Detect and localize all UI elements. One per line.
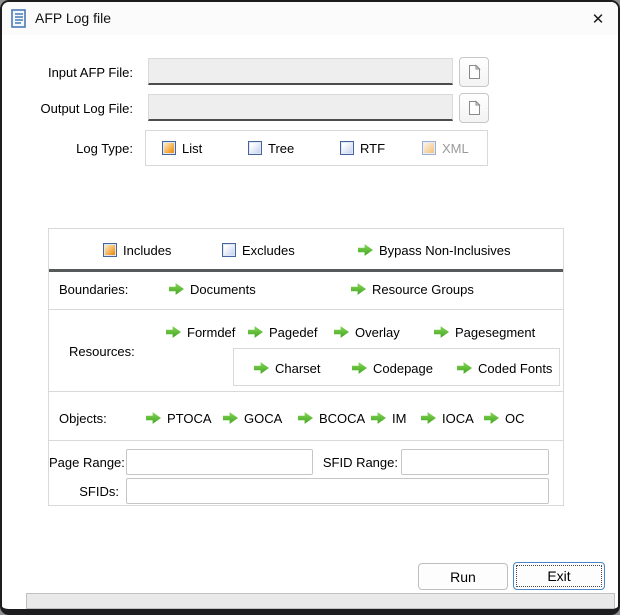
sfid-range-label: SFID Range: bbox=[309, 455, 398, 470]
toggle-label: Formdef bbox=[187, 325, 235, 340]
toggle-label: Resource Groups bbox=[372, 282, 474, 297]
toggle-label: Documents bbox=[190, 282, 256, 297]
green-arrow-icon bbox=[371, 412, 386, 425]
toggle-label: Coded Fonts bbox=[478, 361, 552, 376]
toggle-label: Pagesegment bbox=[455, 325, 535, 340]
green-arrow-icon bbox=[146, 412, 161, 425]
log-type-box: List Tree RTF XML bbox=[145, 130, 488, 166]
toggle-overlay[interactable]: Overlay bbox=[334, 324, 400, 340]
checkbox-icon bbox=[222, 243, 236, 257]
status-bar bbox=[26, 593, 615, 609]
toggle-label: OC bbox=[505, 411, 525, 426]
toggle-codepage[interactable]: Codepage bbox=[352, 360, 433, 376]
dark-separator bbox=[49, 269, 563, 272]
dialog-window: AFP Log file ✕ Input AFP File: Output Lo… bbox=[0, 0, 620, 615]
log-type-option-tree[interactable]: Tree bbox=[248, 140, 294, 156]
document-app-icon bbox=[11, 9, 27, 28]
toggle-label: Codepage bbox=[373, 361, 433, 376]
file-icon bbox=[468, 100, 481, 116]
toggle-pagesegment[interactable]: Pagesegment bbox=[434, 324, 535, 340]
file-icon bbox=[468, 64, 481, 80]
toggle-coded-fonts[interactable]: Coded Fonts bbox=[457, 360, 552, 376]
fonts-sub-box: Charset Codepage Coded Fonts bbox=[233, 348, 560, 386]
toggle-label: Overlay bbox=[355, 325, 400, 340]
browse-input-button[interactable] bbox=[459, 57, 489, 87]
close-icon[interactable]: ✕ bbox=[586, 7, 610, 31]
toggle-label: PTOCA bbox=[167, 411, 212, 426]
checkbox-icon bbox=[340, 141, 354, 155]
toggle-label: Bypass Non-Inclusives bbox=[379, 243, 511, 258]
includes-toggle[interactable]: Includes bbox=[103, 242, 171, 258]
green-arrow-icon bbox=[248, 326, 263, 339]
green-arrow-icon bbox=[434, 326, 449, 339]
green-arrow-icon bbox=[358, 244, 373, 257]
green-arrow-icon bbox=[223, 412, 238, 425]
toggle-label: GOCA bbox=[244, 411, 282, 426]
objects-label: Objects: bbox=[59, 411, 107, 426]
log-type-label: Log Type: bbox=[2, 141, 133, 156]
sfids-label: SFIDs: bbox=[49, 484, 119, 499]
separator bbox=[49, 391, 563, 392]
exit-button[interactable]: Exit bbox=[513, 562, 605, 590]
toggle-label: Pagedef bbox=[269, 325, 317, 340]
filter-group-box: Includes Excludes Bypass Non-Inclusives … bbox=[48, 228, 564, 506]
toggle-formdef[interactable]: Formdef bbox=[166, 324, 235, 340]
page-range-input[interactable] bbox=[126, 449, 313, 475]
option-label: Tree bbox=[268, 141, 294, 156]
toggle-pagedef[interactable]: Pagedef bbox=[248, 324, 317, 340]
green-arrow-icon bbox=[352, 362, 367, 375]
toggle-resource-groups[interactable]: Resource Groups bbox=[351, 281, 474, 297]
green-arrow-icon bbox=[484, 412, 499, 425]
sfid-range-input[interactable] bbox=[401, 449, 549, 475]
toggle-label: IM bbox=[392, 411, 406, 426]
boundaries-label: Boundaries: bbox=[59, 282, 128, 297]
checkbox-icon bbox=[162, 141, 176, 155]
toggle-ioca[interactable]: IOCA bbox=[421, 410, 474, 426]
input-afp-label: Input AFP File: bbox=[2, 65, 133, 80]
toggle-label: Excludes bbox=[242, 243, 295, 258]
checkbox-icon bbox=[248, 141, 262, 155]
option-label: List bbox=[182, 141, 202, 156]
toggle-documents[interactable]: Documents bbox=[169, 281, 256, 297]
run-button[interactable]: Run bbox=[418, 563, 508, 590]
option-label: XML bbox=[442, 141, 469, 156]
separator bbox=[49, 440, 563, 441]
green-arrow-icon bbox=[254, 362, 269, 375]
window-title: AFP Log file bbox=[35, 10, 111, 26]
toggle-label: Charset bbox=[275, 361, 321, 376]
checkbox-icon bbox=[422, 141, 436, 155]
option-label: RTF bbox=[360, 141, 385, 156]
input-afp-field[interactable] bbox=[148, 58, 453, 85]
title-bar: AFP Log file ✕ bbox=[2, 2, 618, 35]
green-arrow-icon bbox=[169, 283, 184, 296]
green-arrow-icon bbox=[166, 326, 181, 339]
green-arrow-icon bbox=[334, 326, 349, 339]
output-log-field[interactable] bbox=[148, 94, 453, 121]
toggle-label: BCOCA bbox=[319, 411, 365, 426]
excludes-toggle[interactable]: Excludes bbox=[222, 242, 295, 258]
toggle-bcoca[interactable]: BCOCA bbox=[298, 410, 365, 426]
log-type-option-xml: XML bbox=[422, 140, 469, 156]
page-range-label: Page Range: bbox=[49, 455, 119, 470]
log-type-option-list[interactable]: List bbox=[162, 140, 202, 156]
toggle-charset[interactable]: Charset bbox=[254, 360, 321, 376]
toggle-im[interactable]: IM bbox=[371, 410, 406, 426]
output-log-label: Output Log File: bbox=[2, 101, 133, 116]
green-arrow-icon bbox=[421, 412, 436, 425]
resources-label: Resources: bbox=[69, 344, 135, 359]
green-arrow-icon bbox=[298, 412, 313, 425]
browse-output-button[interactable] bbox=[459, 93, 489, 123]
separator bbox=[49, 309, 563, 310]
green-arrow-icon bbox=[351, 283, 366, 296]
toggle-ptoca[interactable]: PTOCA bbox=[146, 410, 212, 426]
checkbox-icon bbox=[103, 243, 117, 257]
bypass-non-inclusives-toggle[interactable]: Bypass Non-Inclusives bbox=[358, 242, 511, 258]
toggle-oc[interactable]: OC bbox=[484, 410, 525, 426]
log-type-option-rtf[interactable]: RTF bbox=[340, 140, 385, 156]
sfids-input[interactable] bbox=[126, 478, 549, 504]
toggle-label: Includes bbox=[123, 243, 171, 258]
toggle-label: IOCA bbox=[442, 411, 474, 426]
green-arrow-icon bbox=[457, 362, 472, 375]
toggle-goca[interactable]: GOCA bbox=[223, 410, 282, 426]
